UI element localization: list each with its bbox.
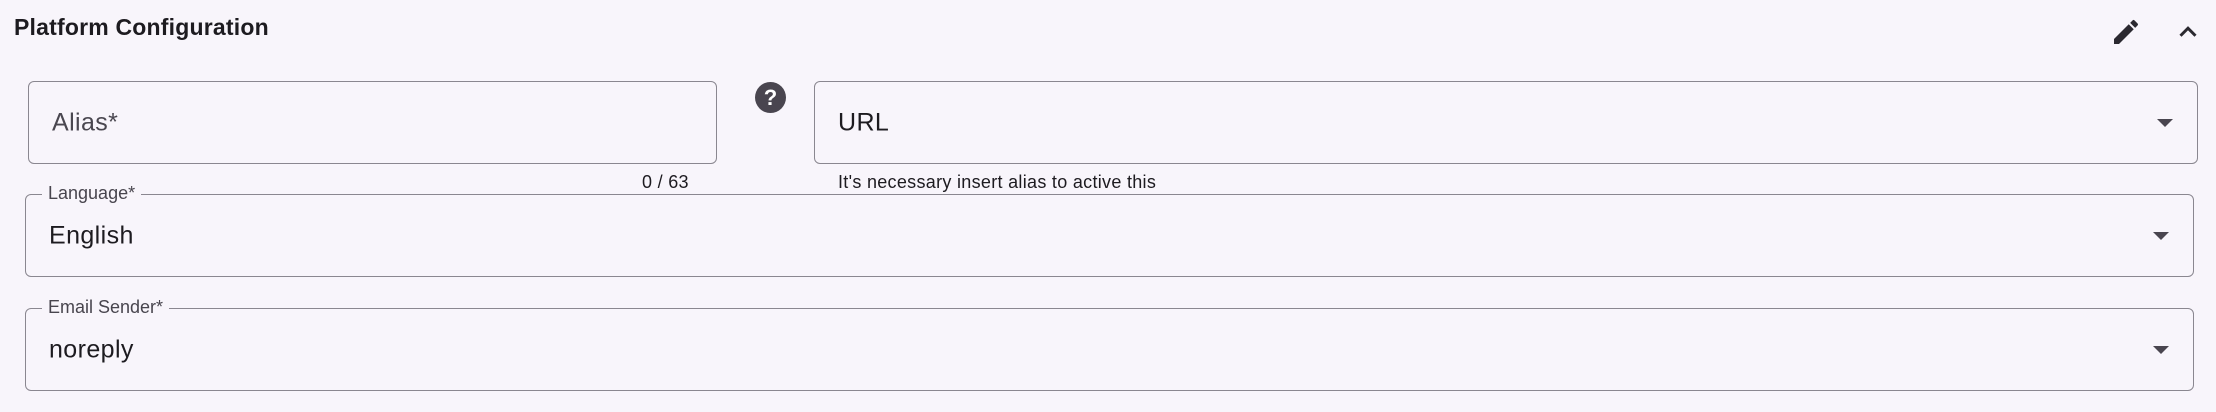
help-circle-icon[interactable]: ? [755, 82, 786, 113]
section-title: Platform Configuration [14, 14, 269, 40]
url-label: URL [838, 108, 890, 136]
edit-button[interactable] [2104, 10, 2148, 54]
pencil-icon [2114, 19, 2139, 44]
alias-placeholder: Alias* [52, 108, 119, 136]
email-sender-label: Email Sender* [42, 297, 170, 318]
chevron-down-icon [2153, 231, 2169, 240]
alias-char-counter: 0 / 63 [642, 172, 689, 192]
chevron-down-icon [2157, 118, 2173, 127]
language-label: Language* [42, 183, 142, 204]
alias-input[interactable]: Alias* [28, 81, 717, 164]
chevron-down-icon [2153, 345, 2169, 354]
email-sender-value: noreply [49, 335, 134, 363]
language-value: English [49, 221, 134, 249]
chevron-up-icon [2179, 26, 2197, 37]
url-helper-text: It's necessary insert alias to active th… [838, 172, 1157, 192]
url-select[interactable]: URL [814, 81, 2198, 164]
email-sender-select[interactable]: Email Sender* noreply [25, 297, 2194, 391]
language-select[interactable]: Language* English [25, 183, 2194, 277]
collapse-button[interactable] [2166, 10, 2210, 54]
